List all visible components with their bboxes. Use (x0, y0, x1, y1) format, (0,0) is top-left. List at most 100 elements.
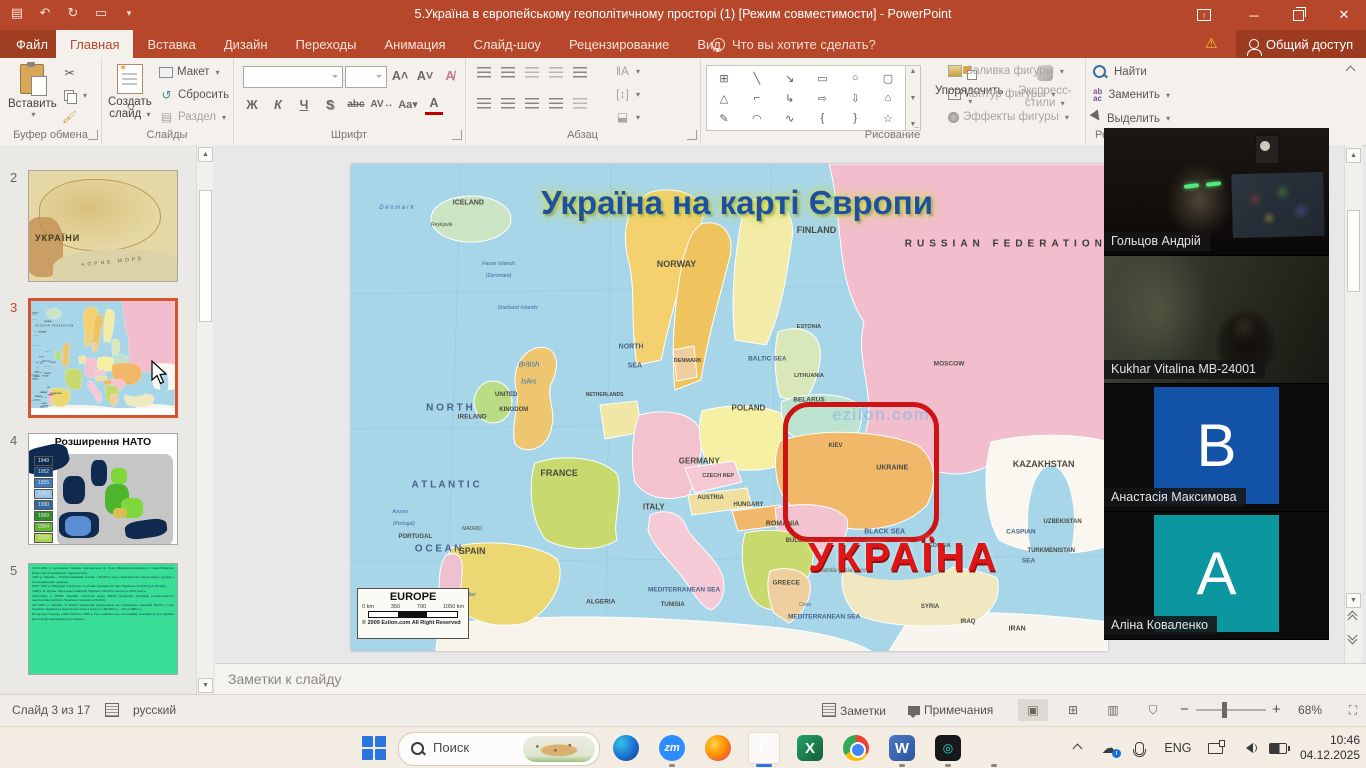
shapes-gallery-scroll[interactable]: ▲▼▼̲ (906, 65, 921, 131)
layout-button[interactable]: Макет▾ (159, 66, 220, 78)
clock[interactable]: 10:46 04.12.2025 (1300, 733, 1360, 763)
normal-view-button[interactable]: ▣ (1018, 699, 1048, 721)
font-size-combobox[interactable] (345, 66, 387, 88)
shape-○[interactable]: ○ (842, 68, 868, 88)
fit-slide-button[interactable]: ⛶ (1338, 699, 1366, 721)
slide-sorter-button[interactable]: ⊞ (1058, 699, 1088, 721)
decrease-indent-button[interactable] (525, 67, 539, 78)
language-indicator[interactable]: русский (133, 703, 176, 717)
zoom-out-button[interactable]: − (1180, 701, 1189, 718)
volume-icon[interactable] (1238, 739, 1256, 757)
tab-слайд-шоу[interactable]: Слайд-шоу (460, 30, 555, 58)
text-direction-button[interactable]: ‖A▾ (615, 64, 640, 78)
font-color-button[interactable]: А (425, 94, 443, 115)
slide-4-thumbnail[interactable]: Розширення НАТО 194919521955198219901999… (28, 433, 178, 545)
numbering-button[interactable] (501, 67, 515, 78)
convert-smartart-button[interactable]: ⬓▾ (615, 110, 640, 124)
taskbar-app-edge[interactable] (610, 732, 642, 764)
align-text-button[interactable]: [↕]▾ (615, 87, 640, 101)
new-slide-button[interactable]: Создать слайд ▾ (108, 64, 152, 120)
scrollbar-thumb[interactable] (1347, 210, 1360, 292)
clipboard-dialog-launcher[interactable] (88, 130, 98, 140)
onedrive-icon[interactable]: ☁i (1100, 739, 1118, 757)
slide-area-scrollbar[interactable]: ▲ ▼ (1344, 145, 1362, 663)
tab-file[interactable]: Файл (0, 30, 64, 58)
reset-button[interactable]: ↺ Сбросить (159, 88, 229, 102)
paste-button[interactable]: Вставить ▾ (8, 64, 57, 119)
collapse-ribbon-button[interactable] (1340, 62, 1360, 78)
bold-button[interactable]: Ж (243, 96, 261, 114)
warning-icon[interactable]: ⚠ (1205, 35, 1218, 52)
close-button[interactable]: ✕ (1322, 0, 1366, 30)
shape-outline-button[interactable]: Контур фигуры▾ (948, 88, 1055, 100)
shape-fill-button[interactable]: Заливка фигуры▾ (948, 65, 1064, 77)
scroll-up-button[interactable]: ▲ (198, 147, 213, 162)
shape-✎[interactable]: ✎ (711, 108, 737, 128)
tab-дизайн[interactable]: Дизайн (210, 30, 282, 58)
zoom-slider-thumb[interactable] (1222, 702, 1227, 718)
shapes-gallery[interactable]: ⊞╲↘▭○▢△⌐↳⇨⇩⌂✎◠∿{}☆ (706, 65, 906, 131)
section-button[interactable]: ▤ Раздел▾ (159, 110, 226, 124)
shape-⌂[interactable]: ⌂ (875, 88, 901, 108)
shape-╲[interactable]: ╲ (744, 68, 770, 88)
slide-5-thumbnail[interactable]: 10.03.1992 р. незалежна Україна приєднал… (28, 563, 178, 675)
shape-⊞[interactable]: ⊞ (711, 68, 737, 88)
shape-effects-button[interactable]: Эффекты фигуры▾ (948, 111, 1069, 123)
find-button[interactable]: Найти (1093, 65, 1147, 78)
taskbar-app-powerpoint[interactable]: P (748, 732, 780, 764)
align-left-button[interactable] (477, 98, 491, 109)
share-button[interactable]: Общий доступ (1236, 30, 1366, 58)
spellcheck-icon[interactable] (105, 703, 123, 718)
replace-button[interactable]: abac Заменить▾ (1093, 88, 1170, 102)
strikethrough-button[interactable]: abc (347, 96, 365, 114)
select-button[interactable]: Выделить▾ (1093, 111, 1170, 126)
taskbar-search[interactable]: Поиск (398, 732, 600, 766)
format-painter-button[interactable]: 🖌︎ (62, 110, 77, 124)
microphone-icon[interactable] (1131, 739, 1149, 757)
zoom-slider-track[interactable] (1196, 709, 1266, 711)
increase-indent-button[interactable] (549, 67, 563, 78)
zoom-percentage[interactable]: 68% (1298, 703, 1322, 717)
thumbnails-scrollbar[interactable]: ▲ ▼ (196, 145, 213, 694)
shape-⇩[interactable]: ⇩ (842, 88, 868, 108)
taskbar-app-word[interactable]: W (886, 732, 918, 764)
cut-button[interactable]: ✂ (62, 66, 77, 80)
align-center-button[interactable] (501, 98, 515, 109)
zoom-in-button[interactable]: + (1272, 701, 1281, 718)
taskbar-app-zoom[interactable]: zm (656, 732, 688, 764)
notes-toggle[interactable]: Заметки (822, 703, 886, 718)
participant-video-tile[interactable]: AАліна Коваленко (1104, 512, 1329, 640)
increase-font-button[interactable]: A˄ (391, 67, 409, 85)
participant-video-tile[interactable]: BАнастасія Максимова (1104, 384, 1329, 512)
copy-button[interactable]: ▾ (62, 88, 87, 102)
change-case-button[interactable]: Aa▾ (399, 96, 417, 114)
shape-▭[interactable]: ▭ (809, 68, 835, 88)
tab-анимация[interactable]: Анимация (371, 30, 460, 58)
tab-вставка[interactable]: Вставка (133, 30, 209, 58)
bullets-button[interactable] (477, 67, 491, 78)
ribbon-display-options-button[interactable]: ↑ (1182, 0, 1226, 30)
slideshow-button[interactable]: ⛉ (1138, 699, 1168, 721)
taskbar-app-webex[interactable]: ◎ (932, 732, 964, 764)
minimize-button[interactable]: ─ (1232, 0, 1276, 30)
shape-↳[interactable]: ↳ (777, 88, 803, 108)
zoom-meeting-panel[interactable]: Гольцов АндрійKukhar Vitalina MB-24001BА… (1104, 128, 1329, 640)
shape-⇨[interactable]: ⇨ (809, 88, 835, 108)
next-slide-button[interactable] (1346, 631, 1359, 644)
participant-video-tile[interactable]: Kukhar Vitalina MB-24001 (1104, 256, 1329, 384)
start-button[interactable] (362, 736, 386, 760)
slide-canvas[interactable]: ICELANDReykjavikFaroe Islands(Denmark)Sh… (31, 301, 58, 408)
justify-button[interactable] (549, 98, 563, 109)
network-icon[interactable] (1207, 739, 1225, 757)
paragraph-dialog-launcher[interactable] (687, 130, 697, 140)
shape-}[interactable]: } (842, 108, 868, 128)
previous-slide-button[interactable] (1346, 611, 1359, 624)
font-name-combobox[interactable] (243, 66, 343, 88)
line-spacing-button[interactable] (573, 67, 587, 78)
taskbar-app-chrome[interactable] (840, 732, 872, 764)
clear-formatting-button[interactable]: A̸ (441, 67, 459, 85)
ukraine-highlight-box[interactable] (783, 402, 938, 542)
tell-me-box[interactable]: Что вы хотите сделать? (712, 30, 876, 58)
shape-⌐[interactable]: ⌐ (744, 88, 770, 108)
slide-2-thumbnail[interactable]: УКРАЇНИ ЧОРНЕ МОРЕ (28, 170, 178, 282)
